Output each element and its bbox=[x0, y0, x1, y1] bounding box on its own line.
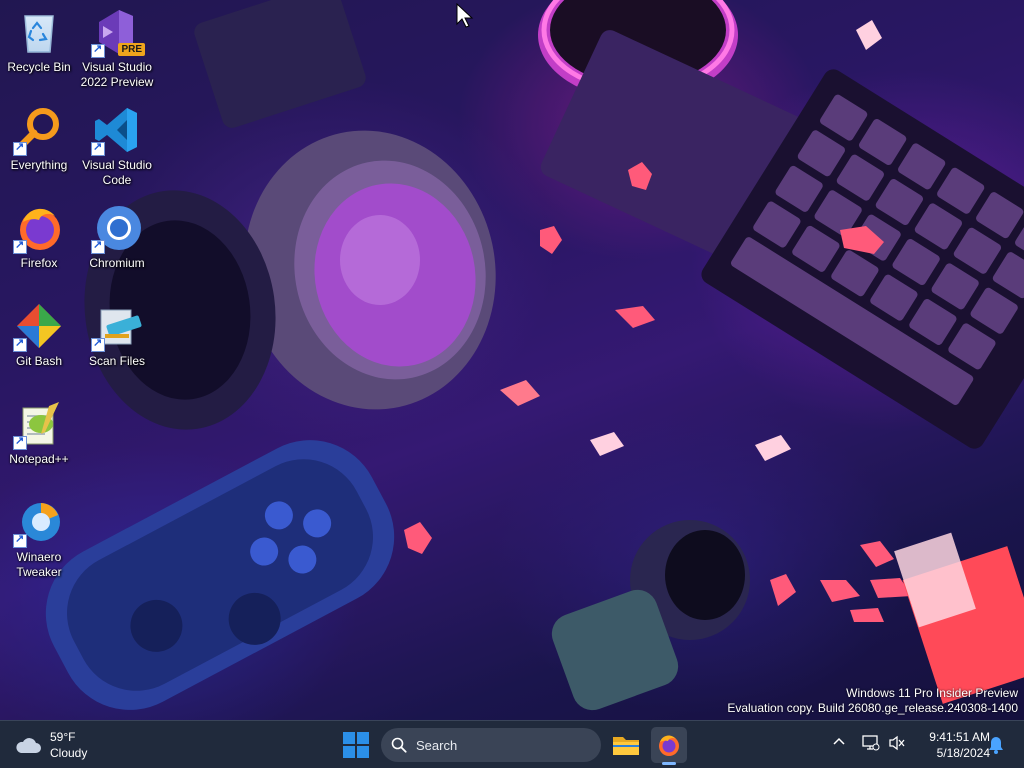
desktop-icon-label: Chromium bbox=[89, 256, 145, 270]
network-monitor-icon bbox=[862, 735, 880, 751]
preview-badge: PRE bbox=[118, 43, 145, 56]
network-button[interactable] bbox=[862, 735, 880, 756]
taskbar-clock[interactable]: 9:41:51 AM 5/18/2024 bbox=[914, 729, 990, 761]
notifications-button[interactable] bbox=[988, 736, 1004, 759]
active-app-indicator bbox=[662, 762, 676, 765]
windows-logo-icon bbox=[343, 732, 369, 758]
watermark-build: Evaluation copy. Build 26080.ge_release.… bbox=[727, 701, 1018, 715]
clock-time: 9:41:51 AM bbox=[929, 730, 990, 744]
desktop-icon-winaero-tweaker[interactable]: Winaero Tweaker bbox=[0, 492, 78, 588]
speaker-muted-icon bbox=[889, 735, 905, 751]
desktop-icon-label: Recycle Bin bbox=[7, 60, 71, 74]
clock-date: 5/18/2024 bbox=[936, 746, 990, 760]
desktop-icon-label: Winaero Tweaker bbox=[16, 550, 62, 579]
vscode-icon bbox=[91, 104, 143, 156]
desktop-icon-recycle-bin[interactable]: Recycle Bin bbox=[0, 2, 78, 98]
shortcut-arrow-icon bbox=[13, 336, 27, 352]
desktop-icon-label: Firefox bbox=[20, 256, 58, 270]
shortcut-arrow-icon bbox=[91, 238, 105, 254]
taskbar-search[interactable]: Search bbox=[381, 728, 601, 762]
recycle-bin-icon bbox=[13, 6, 65, 58]
desktop-icon-label: Git Bash bbox=[15, 354, 63, 368]
desktop-icon-visual-studio[interactable]: PRE Visual Studio 2022 Preview bbox=[78, 2, 156, 98]
search-label: Search bbox=[416, 737, 458, 753]
desktop-icon-label: Visual Studio Code bbox=[82, 158, 152, 187]
desktop-icon-git-bash[interactable]: Git Bash bbox=[0, 296, 78, 392]
everything-search-icon bbox=[13, 104, 65, 156]
mouse-pointer-icon bbox=[456, 3, 474, 28]
weather-widget[interactable]: 59°F Cloudy bbox=[14, 729, 87, 761]
shortcut-arrow-icon bbox=[91, 336, 105, 352]
desktop-icon-firefox[interactable]: Firefox bbox=[0, 198, 78, 294]
shortcut-arrow-icon bbox=[13, 532, 27, 548]
search-icon bbox=[391, 737, 407, 753]
desktop-icon-label: Visual Studio 2022 Preview bbox=[80, 60, 154, 89]
desktop-icon-vscode[interactable]: Visual Studio Code bbox=[78, 100, 156, 196]
bell-icon bbox=[989, 737, 1003, 754]
desktop-icon-label: Scan Files bbox=[88, 354, 146, 368]
firefox-icon bbox=[13, 202, 65, 254]
chromium-icon bbox=[91, 202, 143, 254]
taskbar-file-explorer-button[interactable] bbox=[610, 729, 642, 761]
git-bash-icon bbox=[13, 300, 65, 352]
desktop-icon-label: Everything bbox=[10, 158, 68, 172]
shortcut-arrow-icon bbox=[13, 434, 27, 450]
desktop-icon-notepad-plus-plus[interactable]: Notepad++ bbox=[0, 394, 78, 490]
weather-temperature: 59°F bbox=[50, 730, 76, 744]
firefox-icon bbox=[659, 735, 679, 756]
watermark-edition: Windows 11 Pro Insider Preview bbox=[846, 686, 1018, 700]
notepad-plus-plus-icon bbox=[13, 398, 65, 450]
shortcut-arrow-icon bbox=[13, 238, 27, 254]
start-button[interactable] bbox=[342, 731, 370, 759]
chevron-up-icon bbox=[833, 737, 845, 745]
shortcut-arrow-icon bbox=[13, 140, 27, 156]
evaluation-watermark: Windows 11 Pro Insider Preview Evaluatio… bbox=[727, 686, 1018, 716]
desktop-icon-everything[interactable]: Everything bbox=[0, 100, 78, 196]
desktop-icon-label: Notepad++ bbox=[9, 452, 69, 466]
desktop-icon-scan-files[interactable]: Scan Files bbox=[78, 296, 156, 392]
scan-files-icon bbox=[91, 300, 143, 352]
visual-studio-icon: PRE bbox=[91, 6, 145, 58]
shortcut-arrow-icon bbox=[91, 140, 105, 156]
show-hidden-icons-button[interactable] bbox=[832, 735, 848, 751]
cloud-icon bbox=[16, 738, 41, 753]
taskbar-firefox-button[interactable] bbox=[651, 727, 687, 765]
volume-button[interactable] bbox=[888, 735, 906, 756]
folder-icon bbox=[613, 737, 639, 755]
shortcut-arrow-icon bbox=[91, 42, 105, 58]
taskbar: 59°F Cloudy Search 9:41:51 AM 5/18/2024 bbox=[0, 720, 1024, 768]
desktop-icon-chromium[interactable]: Chromium bbox=[78, 198, 156, 294]
weather-condition: Cloudy bbox=[50, 746, 88, 760]
winaero-tweaker-icon bbox=[13, 496, 65, 548]
